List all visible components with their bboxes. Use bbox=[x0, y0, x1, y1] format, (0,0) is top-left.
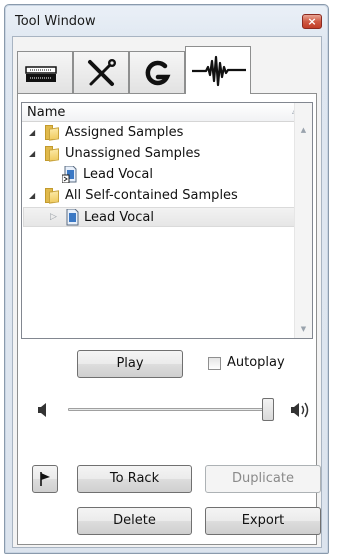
tool-window: Tool Window × Name ◢ Assigned Samples ◢ … bbox=[4, 4, 329, 554]
tree-node-all-self-contained-samples[interactable]: ◢ All Self-contained Samples bbox=[22, 186, 296, 206]
volume-slider-thumb[interactable] bbox=[262, 398, 274, 421]
tree-vertical-scrollbar[interactable]: ▲ ▼ bbox=[294, 103, 312, 338]
tree-node-unassigned-samples[interactable]: ◢ Unassigned Samples bbox=[22, 144, 296, 164]
folder-icon bbox=[45, 146, 59, 162]
autoplay-checkbox[interactable] bbox=[208, 357, 221, 370]
tree-node-lead-vocal-unassigned[interactable]: Lead Vocal bbox=[22, 165, 296, 185]
volume-slider-track[interactable] bbox=[68, 408, 272, 411]
volume-mute-icon bbox=[38, 403, 46, 417]
title-bar[interactable]: Tool Window × bbox=[5, 5, 328, 33]
play-button[interactable]: Play bbox=[77, 350, 183, 378]
window-title: Tool Window bbox=[15, 14, 96, 29]
tree-node-assigned-samples[interactable]: ◢ Assigned Samples bbox=[22, 123, 296, 143]
delete-button[interactable]: Delete bbox=[77, 507, 192, 535]
autoplay-label: Autoplay bbox=[227, 355, 285, 370]
folder-icon bbox=[45, 188, 59, 204]
duplicate-button[interactable]: Duplicate bbox=[205, 465, 321, 493]
tab-panel: Name ▵ ◢ Assigned Samples ◢ Unassigned S… bbox=[17, 93, 321, 545]
waveform-icon bbox=[192, 55, 246, 87]
expanded-arrow-icon[interactable]: ◢ bbox=[29, 191, 35, 200]
tree-node-label: Lead Vocal bbox=[84, 210, 154, 225]
volume-loud-icon bbox=[291, 402, 309, 418]
scroll-down-arrow-icon[interactable]: ▼ bbox=[295, 321, 312, 338]
sample-file-icon bbox=[66, 209, 79, 226]
tree-node-lead-vocal-selected[interactable]: ▷ Lead Vocal bbox=[23, 207, 295, 227]
collapsed-arrow-icon[interactable]: ▷ bbox=[50, 212, 57, 222]
scroll-up-arrow-icon[interactable]: ▲ bbox=[295, 122, 312, 139]
column-name-label: Name bbox=[27, 105, 66, 120]
tree-node-label: All Self-contained Samples bbox=[65, 188, 238, 203]
expanded-arrow-icon[interactable]: ◢ bbox=[29, 149, 35, 158]
window-client-area: Name ▵ ◢ Assigned Samples ◢ Unassigned S… bbox=[12, 36, 322, 548]
samples-tree[interactable]: Name ▵ ◢ Assigned Samples ◢ Unassigned S… bbox=[21, 102, 313, 339]
marker-button[interactable] bbox=[32, 465, 58, 493]
close-button[interactable]: × bbox=[302, 14, 322, 29]
folder-icon bbox=[45, 125, 59, 141]
tab-tools[interactable] bbox=[73, 51, 129, 93]
tab-g[interactable] bbox=[129, 51, 185, 93]
to-rack-button[interactable]: To Rack bbox=[77, 465, 192, 493]
tools-icon bbox=[88, 59, 116, 86]
g-logo-icon bbox=[145, 60, 171, 86]
tree-node-label: Assigned Samples bbox=[65, 125, 184, 140]
rack-icon bbox=[25, 66, 57, 82]
tree-node-label: Unassigned Samples bbox=[65, 146, 201, 161]
sample-file-icon bbox=[62, 166, 77, 183]
export-button[interactable]: Export bbox=[205, 507, 321, 535]
tab-waveform[interactable] bbox=[185, 46, 251, 94]
expanded-arrow-icon[interactable]: ◢ bbox=[29, 128, 35, 137]
tree-column-header[interactable]: Name ▵ bbox=[22, 103, 297, 122]
tab-rack[interactable] bbox=[17, 51, 73, 93]
flag-icon bbox=[40, 472, 50, 486]
tree-node-label: Lead Vocal bbox=[83, 167, 153, 182]
